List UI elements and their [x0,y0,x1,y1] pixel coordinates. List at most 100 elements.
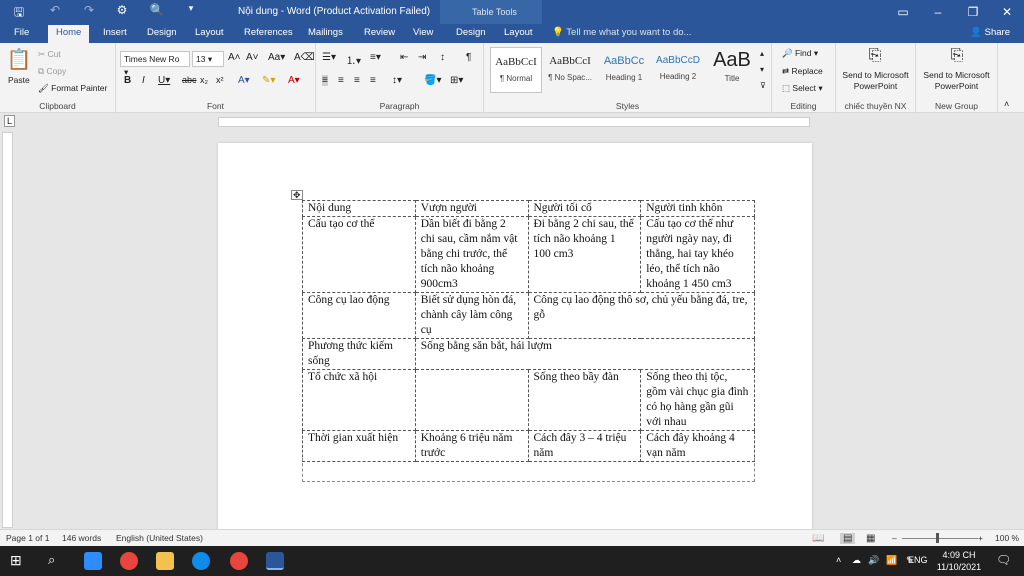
paste-icon[interactable]: 📋 [6,47,32,73]
tab-insert[interactable]: Insert [103,27,127,38]
zoom-app-icon[interactable] [84,552,102,570]
send-ppt-line2[interactable]: PowerPoint [836,81,915,91]
font-family-select[interactable]: Times New Ro ▾ [120,51,190,77]
replace-button[interactable]: ⇄ Replace [782,66,823,77]
volume-icon[interactable]: 🔊 [868,555,879,566]
table-cell[interactable]: Đi bằng 2 chi sau, thể tích não khoảng 1… [527,216,642,293]
bullets-icon[interactable]: ☰▾ [322,52,336,63]
table-cell[interactable]: Sống theo bầy đàn [527,369,642,431]
table-cell[interactable]: Biết sử dụng hòn đá, chành cây làm công … [414,292,529,339]
shading-icon[interactable]: 🪣▾ [424,75,441,86]
powerpoint-icon[interactable]: ⎘ [864,47,886,67]
decrease-indent-icon[interactable]: ⇤ [400,52,408,63]
justify-icon[interactable]: ≡ [370,75,376,86]
table-cell[interactable]: Công cụ lao động [302,292,416,339]
print-preview-icon[interactable]: 🔍 [148,3,166,17]
send-ppt-line1[interactable]: Send to Microsoft [916,70,997,80]
styles-more-icon[interactable]: ⊽ [760,81,766,90]
table-cell[interactable]: Phương thức kiếm sống [302,338,416,370]
tab-review[interactable]: Review [364,27,395,38]
styles-scroll-up-icon[interactable]: ▴ [760,49,764,58]
underline-icon[interactable]: U▾ [158,75,170,86]
align-left-icon[interactable]: ≡ [322,75,328,86]
table-cell[interactable]: Cách đây khoảng 4 vạn năm [640,430,755,462]
tray-expand-icon[interactable]: ˄ [836,555,841,565]
tab-table-layout[interactable]: Layout [504,27,533,38]
format-painter-button[interactable]: 🖌 Format Painter [38,83,107,94]
print-layout-icon[interactable]: ▤ [840,533,856,544]
highlight-icon[interactable]: ✎▾ [262,75,275,86]
lang-indicator[interactable]: ENG [908,555,928,565]
numbering-icon[interactable]: ⒈▾ [346,52,361,67]
notifications-icon[interactable]: 🗨 [996,553,1011,567]
chrome-icon[interactable] [120,552,138,570]
tab-selector-icon[interactable]: L [4,115,16,127]
change-case-icon[interactable]: Aa▾ [268,52,285,63]
tab-table-design[interactable]: Design [456,27,486,38]
network-icon[interactable]: 📶 [886,555,897,566]
clear-format-icon[interactable]: A⌫ [294,52,315,63]
table-cell[interactable]: Cách đây 3 – 4 triệu năm [527,430,642,462]
web-layout-icon[interactable]: ▦ [866,533,875,544]
line-spacing-icon[interactable]: ↕▾ [392,75,402,86]
tab-file[interactable]: File [14,27,29,38]
table-cell[interactable] [414,369,529,431]
table-move-handle-icon[interactable]: ✥ [291,190,303,200]
customize-icon[interactable]: ⚙ [113,3,131,17]
superscript-icon[interactable]: x² [216,75,224,85]
zoom-thumb[interactable] [936,533,939,543]
paste-button[interactable]: Paste [8,75,30,85]
zoom-slider[interactable] [902,538,978,539]
search-icon[interactable]: ⌕ [48,552,55,568]
table-cell[interactable]: Thời gian xuất hiện [302,430,416,462]
tab-layout[interactable]: Layout [195,27,224,38]
cut-button[interactable]: ✂ Cut [38,49,61,60]
table-cell[interactable]: Vượn người [414,200,529,217]
font-color-icon[interactable]: A▾ [288,75,300,86]
select-button[interactable]: ⬚ Select ▾ [782,83,823,94]
zoom-out-icon[interactable]: – [892,533,897,543]
zoom-level[interactable]: 100 % [995,533,1019,543]
send-ppt-line1[interactable]: Send to Microsoft [836,70,915,80]
increase-indent-icon[interactable]: ⇥ [418,52,426,63]
file-explorer-icon[interactable] [156,552,174,570]
align-center-icon[interactable]: ≡ [338,75,344,86]
quick-access-dropdown-icon[interactable]: ▾ [182,3,200,14]
clock[interactable]: 4:09 CH 11/10/2021 [934,549,984,573]
borders-icon[interactable]: ⊞▾ [450,75,463,86]
start-icon[interactable]: ⊞ [10,552,22,569]
page-count[interactable]: Page 1 of 1 [6,533,49,543]
trailing-paragraph-box[interactable] [302,458,755,482]
maximize-button[interactable]: ❐ [958,2,988,22]
table-cell[interactable]: Tổ chức xã hội [302,369,416,431]
cloud-icon[interactable]: ☁ [852,555,861,566]
zoom-in-icon[interactable]: + [978,533,983,543]
align-right-icon[interactable]: ≡ [354,75,360,86]
table-cell[interactable]: Công cụ lao động thô sơ, chủ yếu bằng đá… [527,292,755,339]
styles-scroll-down-icon[interactable]: ▾ [760,65,764,74]
tell-me-box[interactable]: 💡 Tell me what you want to do... [552,27,691,38]
copy-button[interactable]: ⧉ Copy [38,66,66,77]
style-heading-1[interactable]: AaBbCc Heading 1 [598,47,650,93]
find-button[interactable]: 🔎 Find ▾ [782,48,818,59]
share-button[interactable]: 👤 Share [970,27,1010,38]
tab-mailings[interactable]: Mailings [308,27,343,38]
close-button[interactable]: ✕ [992,2,1022,22]
tab-references[interactable]: References [244,27,293,38]
read-mode-icon[interactable]: 📖 [812,533,824,544]
grow-font-icon[interactable]: A˄ [228,52,241,63]
minimize-button[interactable]: – [923,2,953,22]
table-cell[interactable]: Người tối cổ [527,200,642,217]
language-indicator[interactable]: English (United States) [116,533,203,543]
ribbon-display-icon[interactable]: ▭ [888,2,918,22]
shrink-font-icon[interactable]: A˅ [246,52,259,63]
font-size-select[interactable]: 13 ▾ [192,51,224,67]
text-effects-icon[interactable]: A▾ [238,75,250,86]
collapse-ribbon-icon[interactable]: ˄ [1004,99,1009,109]
word-taskbar-icon[interactable] [266,552,284,570]
table-cell[interactable]: Cấu tạo cơ thể [302,216,416,293]
style-heading-2[interactable]: AaBbCcD Heading 2 [652,47,704,93]
style-no-spacing[interactable]: AaBbCcI ¶ No Spac... [544,47,596,93]
table-cell[interactable]: Nội dung [302,200,416,217]
tab-home[interactable]: Home [48,25,90,43]
